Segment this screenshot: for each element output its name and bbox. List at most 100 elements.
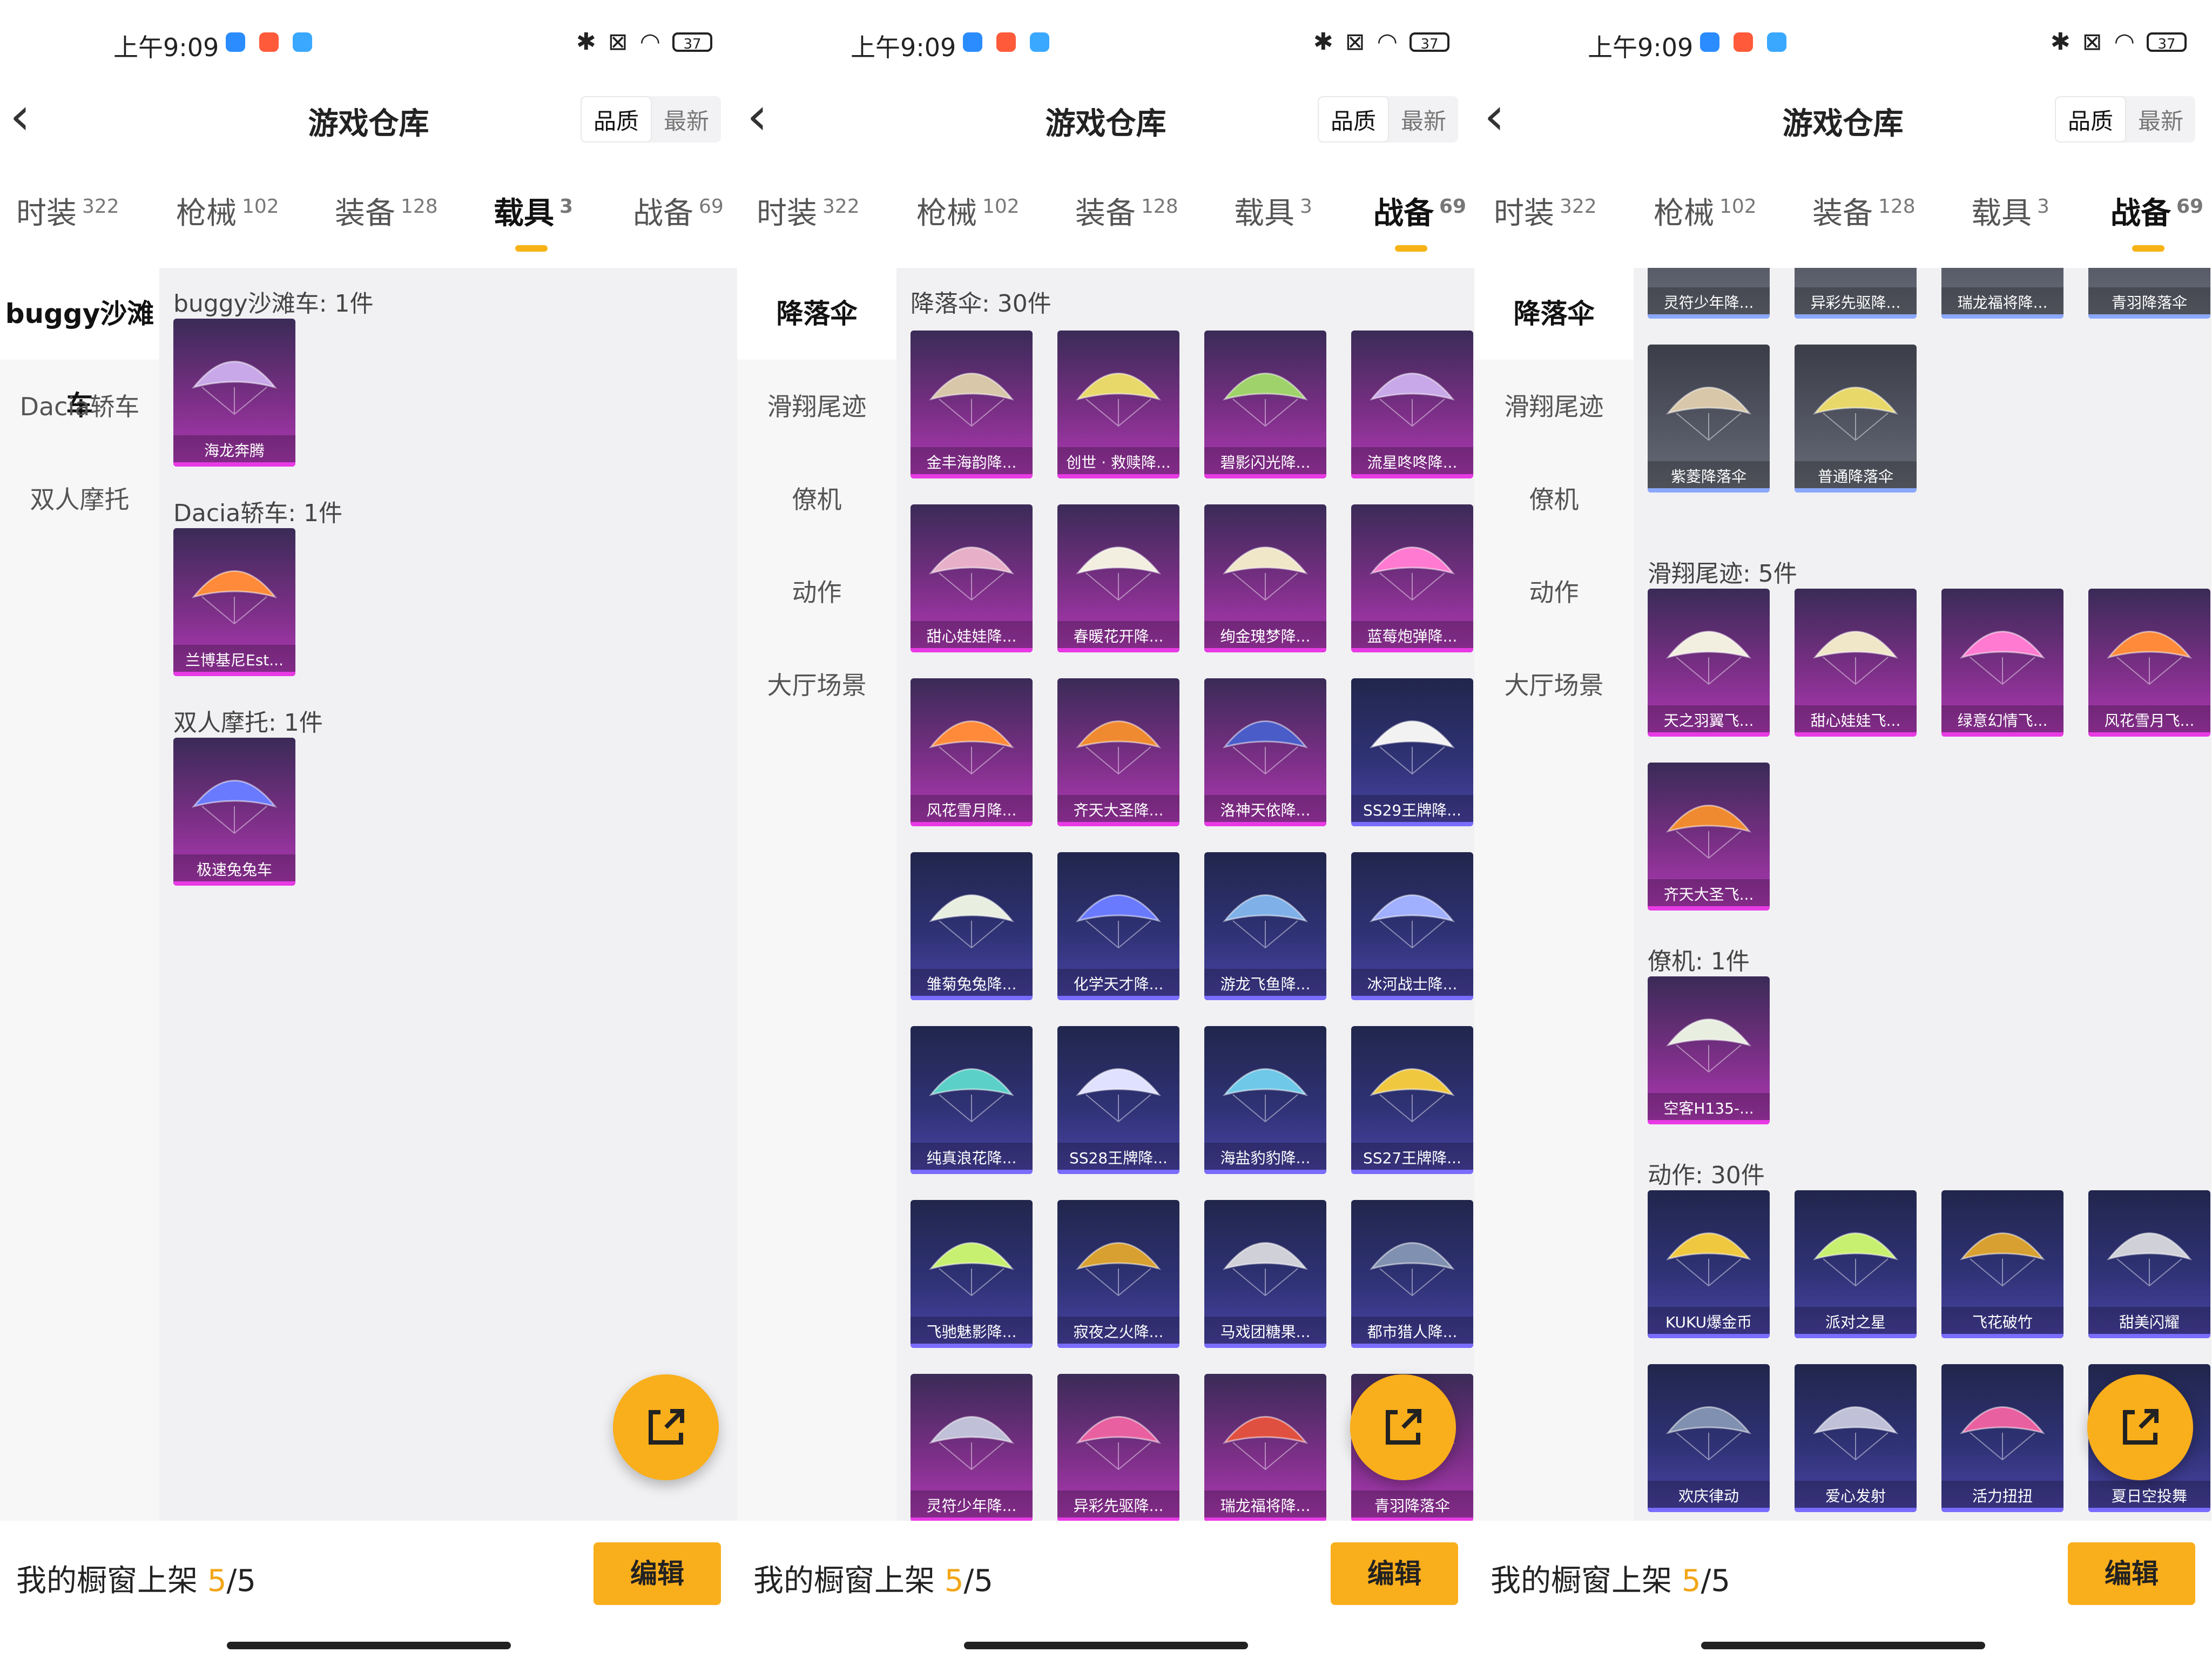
item-card[interactable]: 雏菊兔兔降...: [911, 852, 1033, 1000]
nav-item-2[interactable]: 僚机: [1474, 454, 1634, 545]
item-card[interactable]: 都市猎人降...: [1351, 1200, 1473, 1348]
tab-3[interactable]: 载具 3: [1234, 189, 1312, 233]
tab-1[interactable]: 枪械 102: [916, 189, 1020, 233]
item-card[interactable]: 甜心娃娃飞...: [1795, 589, 1917, 737]
tab-2[interactable]: 装备 128: [335, 189, 438, 233]
nav-item-4[interactable]: 大厅场景: [1474, 639, 1634, 731]
nav-item-3[interactable]: 动作: [1474, 547, 1634, 638]
nav-item-0[interactable]: 降落伞: [737, 268, 896, 360]
item-card[interactable]: 青羽降落伞: [2088, 268, 2210, 319]
item-card[interactable]: 风花雪月飞...: [2088, 589, 2210, 737]
item-card[interactable]: SS27王牌降...: [1351, 1026, 1473, 1174]
item-card[interactable]: 灵符少年降...: [911, 1374, 1033, 1521]
item-card[interactable]: 齐天大圣飞...: [1648, 763, 1770, 911]
nav-item-0[interactable]: buggy沙滩车: [0, 268, 159, 421]
tab-3[interactable]: 载具 3: [1971, 189, 2049, 233]
edit-button[interactable]: 编辑: [2068, 1542, 2195, 1605]
item-card[interactable]: 兰博基尼Est...: [173, 528, 295, 676]
tab-0[interactable]: 时装 322: [16, 189, 119, 233]
category-tabs: 时装 322 枪械 102 装备 128 载具 3 战备 69: [0, 189, 737, 254]
item-card[interactable]: 游龙飞鱼降...: [1204, 852, 1326, 1000]
section-title: Dacia轿车: 1件: [173, 500, 343, 527]
sim-icon: ⊠: [1345, 28, 1365, 56]
item-card[interactable]: 春暖花开降...: [1057, 504, 1179, 652]
item-card[interactable]: 灵符少年降...: [1648, 268, 1770, 319]
tab-1[interactable]: 枪械 102: [1654, 189, 1757, 233]
home-indicator[interactable]: [227, 1642, 511, 1649]
tab-1[interactable]: 枪械 102: [176, 189, 279, 233]
item-card[interactable]: 海盐豹豹降...: [1204, 1026, 1326, 1174]
sort-quality-button[interactable]: 品质: [580, 96, 652, 143]
item-card[interactable]: 紫菱降落伞: [1648, 345, 1770, 493]
item-card[interactable]: KUKU爆金币: [1648, 1190, 1770, 1338]
item-card[interactable]: 派对之星: [1795, 1190, 1917, 1338]
nav-item-1[interactable]: 滑翔尾迹: [1474, 361, 1634, 453]
item-card[interactable]: 碧影闪光降...: [1204, 331, 1326, 478]
tab-4[interactable]: 战备 69: [2110, 189, 2203, 233]
edit-button[interactable]: 编辑: [1331, 1542, 1458, 1605]
item-card[interactable]: 风花雪月降...: [911, 678, 1033, 826]
sort-newest-button[interactable]: 最新: [1389, 96, 1458, 143]
nav-item-3[interactable]: 动作: [737, 547, 896, 638]
sort-newest-button[interactable]: 最新: [652, 96, 721, 143]
item-card[interactable]: 寂夜之火降...: [1057, 1200, 1179, 1348]
item-card[interactable]: 飞花破竹: [1941, 1190, 2063, 1338]
nav-item-2[interactable]: 双人摩托: [0, 454, 159, 545]
nav-item-0[interactable]: 降落伞: [1474, 268, 1634, 360]
item-card[interactable]: 瑞龙福将降...: [1941, 268, 2063, 319]
share-fab-button[interactable]: [1350, 1374, 1456, 1480]
item-card[interactable]: 天之羽翼飞...: [1648, 589, 1770, 737]
item-card[interactable]: 纯真浪花降...: [911, 1026, 1033, 1174]
sort-quality-button[interactable]: 品质: [2054, 96, 2126, 143]
tab-4[interactable]: 战备 69: [1373, 189, 1466, 233]
item-card[interactable]: 创世 · 救赎降...: [1057, 331, 1179, 478]
item-card[interactable]: 空客H135-...: [1648, 976, 1770, 1124]
item-card[interactable]: 马戏团糖果...: [1204, 1200, 1326, 1348]
tab-count: 322: [1560, 195, 1597, 218]
item-card[interactable]: 冰河战士降...: [1351, 852, 1473, 1000]
item-card[interactable]: 金丰海韵降...: [911, 331, 1033, 478]
item-card[interactable]: 活力扭扭: [1941, 1364, 2063, 1512]
item-card[interactable]: 爱心发射: [1795, 1364, 1917, 1512]
rarity-stripe: [911, 1170, 1033, 1174]
nav-item-1[interactable]: Dacia轿车: [0, 361, 159, 453]
sort-quality-button[interactable]: 品质: [1317, 96, 1389, 143]
item-card[interactable]: 海龙奔腾: [173, 319, 295, 467]
item-card[interactable]: SS28王牌降...: [1057, 1026, 1179, 1174]
share-fab-button[interactable]: [613, 1374, 719, 1480]
item-card[interactable]: 异彩先驱降...: [1795, 268, 1917, 319]
tab-3[interactable]: 载具 3: [494, 189, 573, 233]
nav-item-4[interactable]: 大厅场景: [737, 639, 896, 731]
item-card[interactable]: 流星咚咚降...: [1351, 331, 1473, 478]
tab-2[interactable]: 装备 128: [1812, 189, 1916, 233]
tab-2[interactable]: 装备 128: [1075, 189, 1178, 233]
home-indicator[interactable]: [1701, 1642, 1985, 1649]
item-card[interactable]: 极速兔兔车: [173, 738, 295, 886]
tab-label: 战备: [2110, 196, 2171, 231]
item-card[interactable]: 甜美闪耀: [2088, 1190, 2210, 1338]
item-card[interactable]: 欢庆律动: [1648, 1364, 1770, 1512]
trail-art-icon: [1813, 631, 1898, 685]
item-card[interactable]: 蓝莓炮弹降...: [1351, 504, 1473, 652]
item-card[interactable]: 普通降落伞: [1795, 345, 1917, 493]
item-card[interactable]: 化学天才降...: [1057, 852, 1179, 1000]
home-indicator[interactable]: [964, 1642, 1248, 1649]
item-card[interactable]: 绚金瑰梦降...: [1204, 504, 1326, 652]
item-card[interactable]: 飞驰魅影降...: [911, 1200, 1033, 1348]
share-fab-button[interactable]: [2087, 1374, 2193, 1480]
tab-0[interactable]: 时装 322: [1494, 189, 1597, 233]
item-card[interactable]: 绿意幻情飞...: [1941, 589, 2063, 737]
item-card[interactable]: 甜心娃娃降...: [911, 504, 1033, 652]
item-card[interactable]: 洛神天依降...: [1204, 678, 1326, 826]
sort-newest-button[interactable]: 最新: [2126, 96, 2195, 143]
edit-button[interactable]: 编辑: [594, 1542, 721, 1605]
tab-0[interactable]: 时装 322: [757, 189, 860, 233]
nav-item-2[interactable]: 僚机: [737, 454, 896, 545]
item-card[interactable]: 瑞龙福将降...: [1204, 1374, 1326, 1521]
tab-4[interactable]: 战备 69: [633, 189, 724, 233]
item-card[interactable]: 齐天大圣降...: [1057, 678, 1179, 826]
parachute-art-icon: [1370, 1242, 1455, 1297]
nav-item-1[interactable]: 滑翔尾迹: [737, 361, 896, 453]
item-card[interactable]: 异彩先驱降...: [1057, 1374, 1179, 1521]
item-card[interactable]: SS29王牌降...: [1351, 678, 1473, 826]
